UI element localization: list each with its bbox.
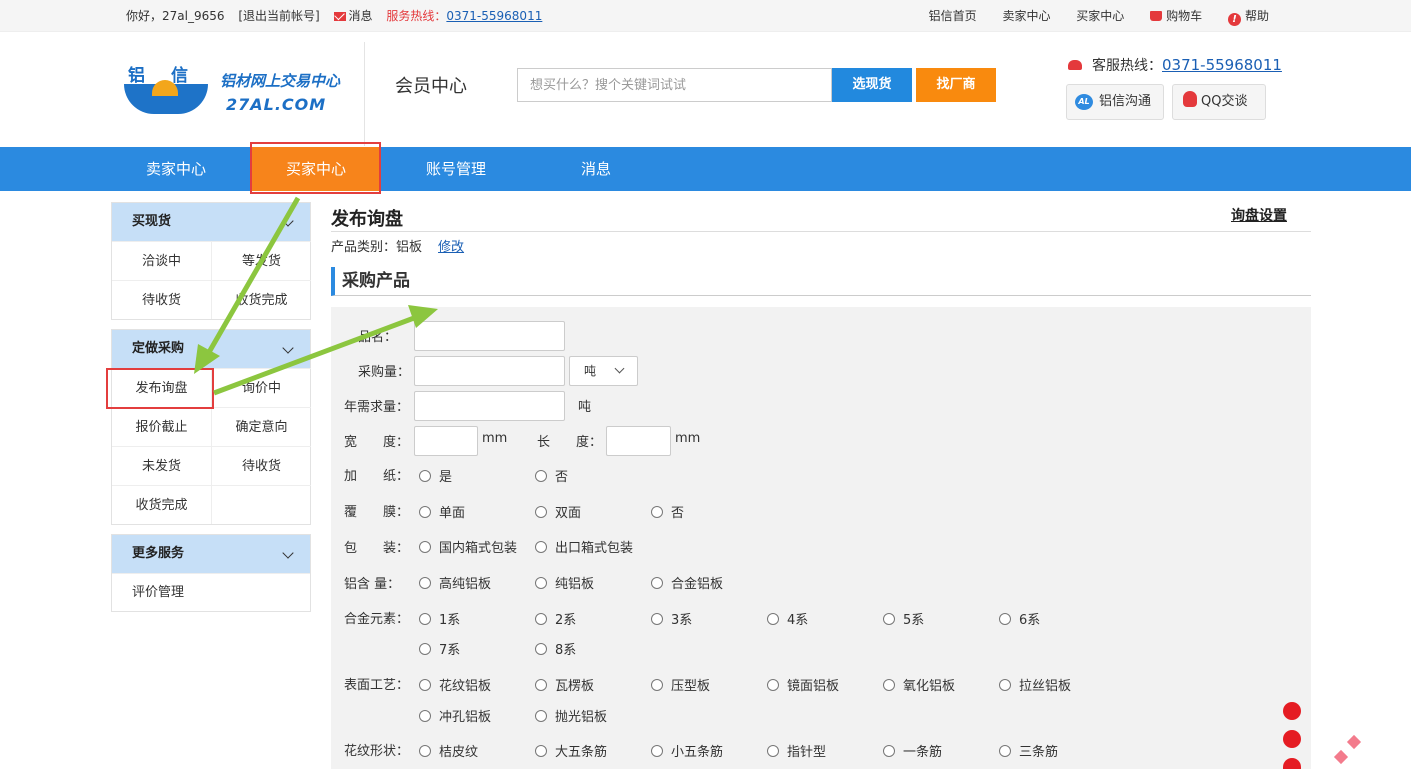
refresh-icon[interactable] (1283, 702, 1301, 720)
annotation-arrows (194, 196, 438, 396)
arrow-sidebar-to-form (213, 305, 438, 396)
settings-icon[interactable] (1283, 758, 1301, 769)
arrow-nav-to-sidebar (194, 196, 301, 374)
moon-icon[interactable] (1283, 730, 1301, 748)
